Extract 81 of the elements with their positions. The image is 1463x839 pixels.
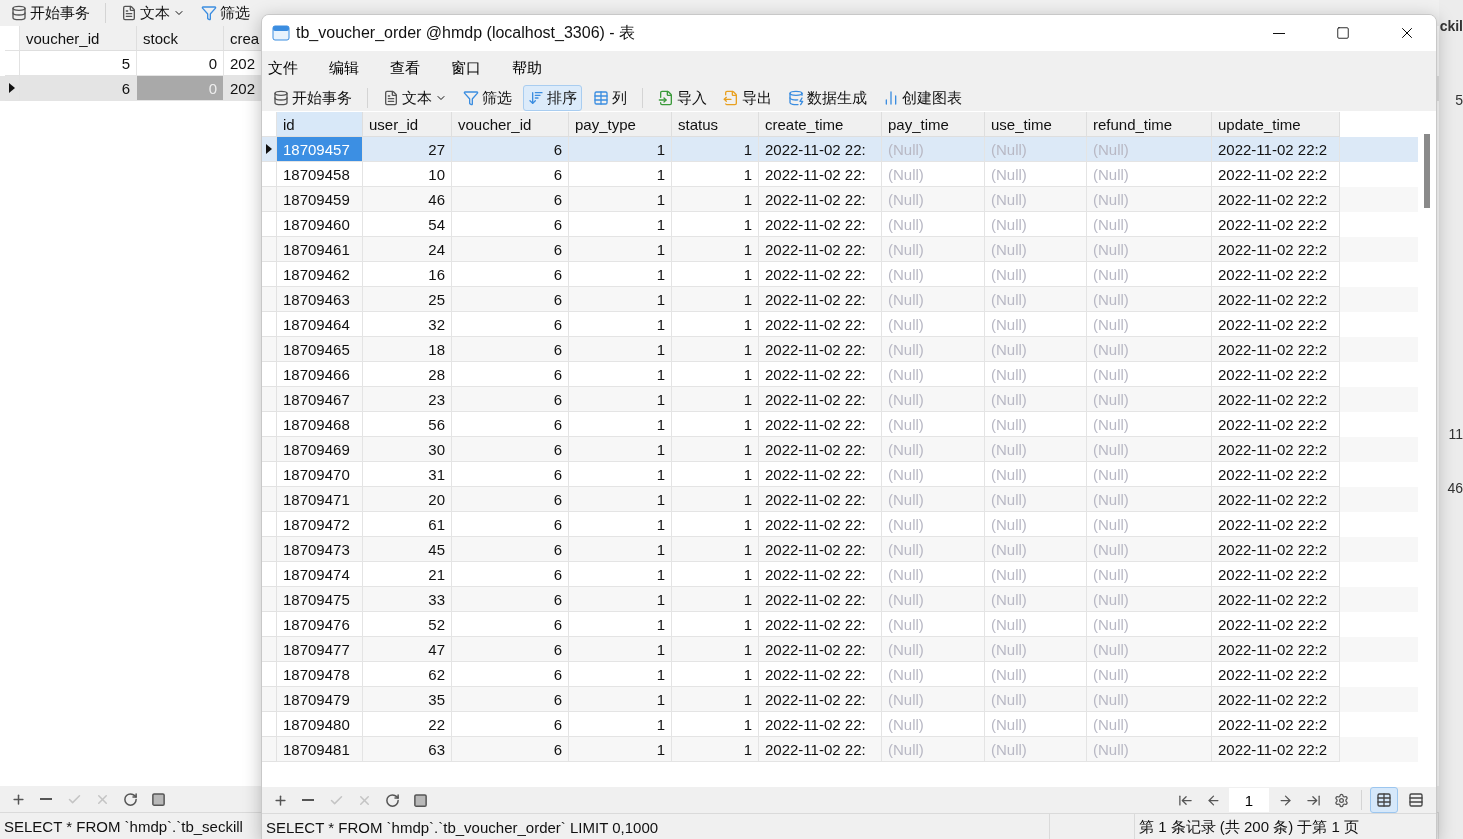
toolbar-button[interactable]: 数据生成	[783, 85, 872, 111]
database-icon	[11, 5, 27, 21]
toolbar-button[interactable]: 创建图表	[878, 85, 967, 111]
toolbar-button[interactable]: 开始事务	[268, 85, 357, 111]
row-pointer-icon	[9, 83, 15, 93]
column-header[interactable]: refund_time	[1087, 112, 1212, 137]
right-arrow-icon	[1277, 792, 1293, 808]
toolbar-button[interactable]: 排序	[523, 85, 582, 111]
side-text: 5	[1455, 92, 1463, 108]
export-icon	[723, 90, 739, 106]
table-cell: 2022-11-02 22:	[759, 737, 882, 762]
toolbar-button[interactable]: 导入	[653, 85, 712, 111]
toolbar-button[interactable]: 列	[588, 85, 632, 111]
grid-icon	[1376, 792, 1392, 808]
column-header[interactable]: pay_time	[882, 112, 985, 137]
document-icon	[383, 90, 399, 106]
toolbar-button[interactable]: 文本	[116, 0, 190, 26]
side-text: 11	[1448, 426, 1463, 442]
column-header[interactable]: user_id	[363, 112, 452, 137]
filter-icon	[201, 5, 217, 21]
table-cell: 2022-11-02 22:2	[1212, 737, 1340, 762]
settings-icon	[1333, 792, 1349, 808]
sort-icon	[528, 90, 544, 106]
null-cell: (Null)	[1087, 737, 1212, 762]
add-icon	[272, 792, 288, 808]
menu-item[interactable]: 查看	[390, 58, 451, 78]
null-cell: (Null)	[882, 737, 985, 762]
toolbar-button[interactable]: 开始事务	[6, 0, 95, 26]
refresh-icon	[384, 792, 400, 808]
column-header[interactable]: update_time	[1212, 112, 1340, 137]
window-title: tb_voucher_order @hmdp (localhost_3306) - 表	[296, 22, 637, 43]
refresh-icon	[122, 791, 138, 807]
menu-item[interactable]: 帮助	[512, 58, 573, 78]
record-info: 第 1 条记录 (共 200 条) 于第 1 页	[1138, 816, 1361, 837]
stop-icon	[412, 792, 428, 808]
toolbar-button[interactable]: 筛选	[196, 0, 255, 26]
table-icon	[593, 90, 609, 106]
table-cell: 1	[672, 737, 759, 762]
toolbar-button[interactable]: 筛选	[458, 85, 517, 111]
scrollbar-thumb[interactable]	[1424, 134, 1430, 208]
minus-icon	[40, 798, 52, 800]
table-cell: 6	[452, 737, 569, 762]
side-text: ckil	[1439, 18, 1463, 34]
maximize-icon	[1336, 26, 1350, 40]
column-header[interactable]: crea	[224, 26, 262, 51]
column-header[interactable]: create_time	[759, 112, 882, 137]
column-header[interactable]: pay_type	[569, 112, 672, 137]
view-toggle[interactable]	[1370, 787, 1398, 813]
filter-icon	[463, 90, 479, 106]
menu-item[interactable]: 窗口	[451, 58, 512, 78]
column-header[interactable]: voucher_id	[452, 112, 569, 137]
form-icon	[1408, 792, 1424, 808]
table-cell: 18709481	[277, 737, 363, 762]
stop-icon	[150, 791, 166, 807]
column-header[interactable]: status	[672, 112, 759, 137]
page-field[interactable]: 1	[1229, 788, 1269, 812]
menu-item[interactable]: 编辑	[329, 58, 390, 78]
database-icon	[788, 90, 804, 106]
toolbar-button[interactable]: 导出	[718, 85, 777, 111]
table-cell: 1	[569, 737, 672, 762]
toolbar-button[interactable]: 文本	[378, 85, 452, 111]
table-cell: 18709457	[277, 137, 363, 162]
null-cell: (Null)	[985, 737, 1087, 762]
minimize-icon	[1273, 32, 1285, 34]
table-icon	[272, 24, 290, 42]
column-header[interactable]: use_time	[985, 112, 1087, 137]
database-icon	[273, 90, 289, 106]
column-header[interactable]: id	[277, 112, 363, 137]
row-pointer-icon	[266, 144, 272, 154]
column-header[interactable]: voucher_id	[20, 26, 137, 51]
menu-item[interactable]: 文件	[268, 58, 329, 78]
side-text: 46	[1447, 480, 1463, 496]
table-cell: 63	[363, 737, 452, 762]
table-cell: 0	[137, 76, 224, 101]
bar-chart-icon	[883, 90, 899, 106]
column-header[interactable]: stock	[137, 26, 224, 51]
minus-icon	[302, 799, 314, 801]
add-icon	[10, 791, 26, 807]
sql-text: SELECT * FROM `hmdp`.`tb_voucher_order` LIMIT 0,1000	[262, 814, 1050, 839]
import-icon	[658, 90, 674, 106]
document-icon	[121, 5, 137, 21]
